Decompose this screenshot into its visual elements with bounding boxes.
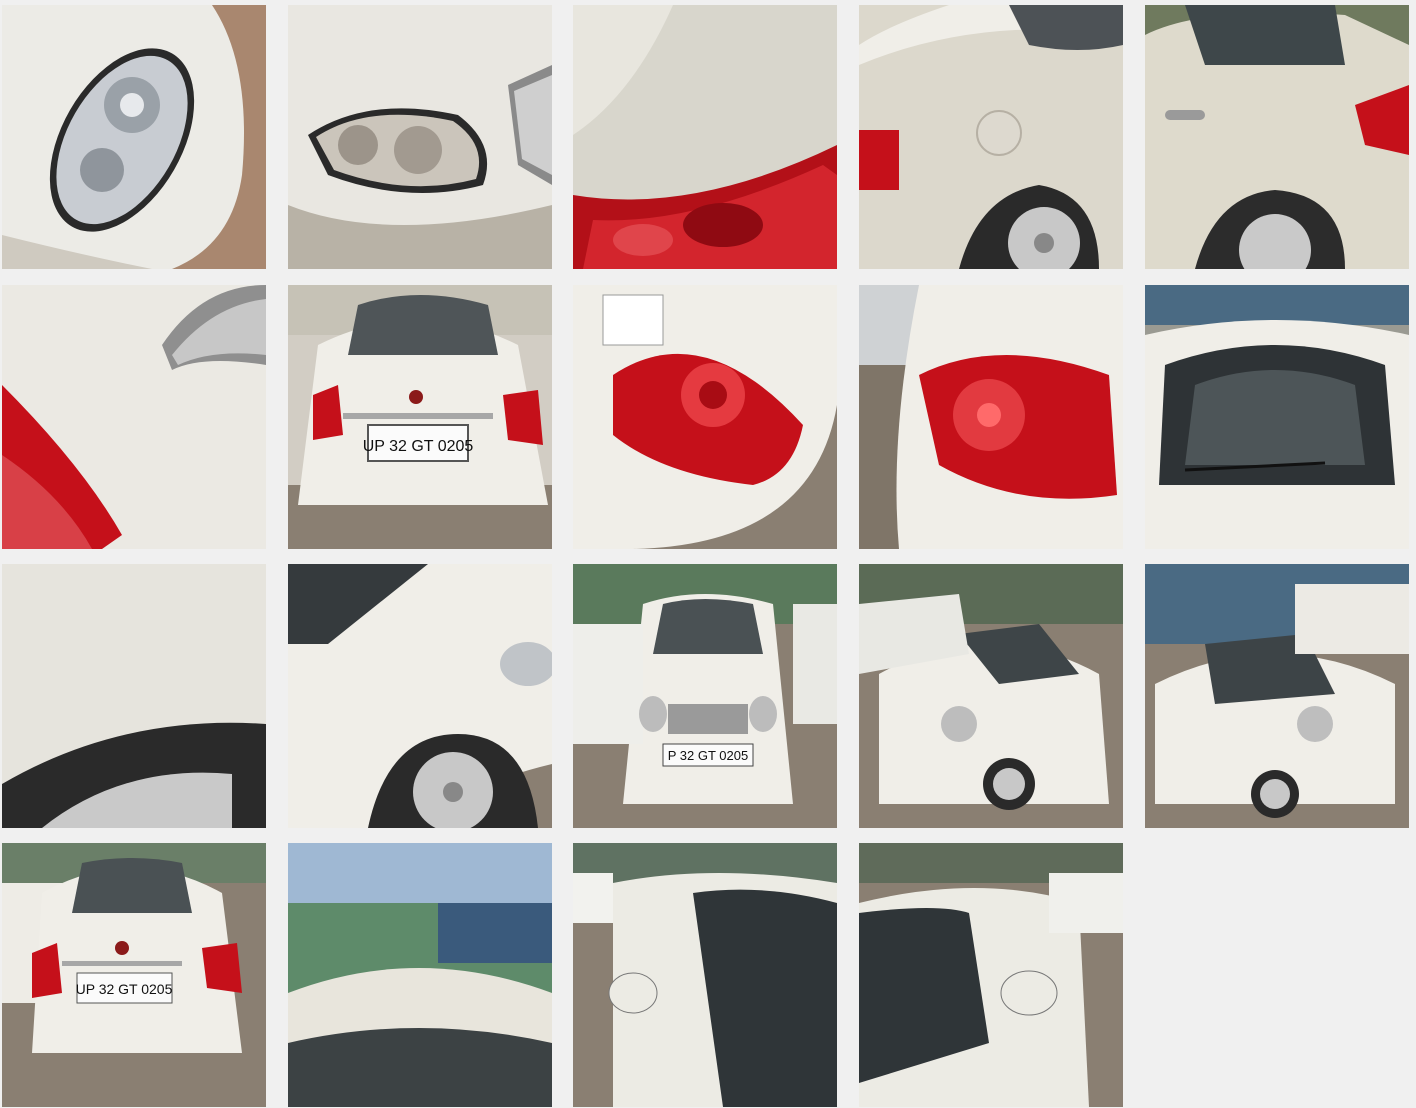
photo-thumbnail[interactable] (2, 5, 266, 269)
photo-thumbnail[interactable] (2, 564, 266, 828)
side-mirror-passenger-image (859, 843, 1123, 1107)
photo-thumbnail[interactable] (859, 564, 1123, 828)
photo-thumbnail[interactable] (573, 285, 837, 549)
front-three-quarter-left-image (859, 564, 1123, 828)
rear-view-wide-image: UP 32 GT 0205 (2, 843, 266, 1107)
side-mirror-driver-image (573, 843, 837, 1107)
photo-thumbnail[interactable]: UP 32 GT 0205 (2, 843, 266, 1107)
tail-light-right-image (859, 285, 1123, 549)
windshield-front-image (1145, 285, 1409, 549)
photo-thumbnail[interactable] (1145, 5, 1409, 269)
photo-thumbnail[interactable] (288, 843, 552, 1107)
front-wheel-side-image (288, 564, 552, 828)
front-view-image: P 32 GT 0205 (573, 564, 837, 828)
tail-light-closeup-image (573, 5, 837, 269)
front-three-quarter-right-image (1145, 564, 1409, 828)
roof-and-windshield-image (288, 843, 552, 1107)
rear-wheel-arch-image (2, 564, 266, 828)
photo-gallery: UP 32 GT 0205 P 32 GT 0205 UP 32 GT 0205 (0, 0, 1416, 1108)
photo-thumbnail[interactable] (288, 564, 552, 828)
license-plate-text: UP 32 GT 0205 (363, 438, 474, 455)
photo-thumbnail[interactable] (1145, 564, 1409, 828)
photo-thumbnail[interactable] (859, 843, 1123, 1107)
rear-view-image: UP 32 GT 0205 (288, 285, 552, 549)
rear-side-fuel-lid-image (859, 5, 1123, 269)
license-plate-text: UP 32 GT 0205 (76, 981, 173, 997)
front-headlight-image (288, 5, 552, 269)
license-plate-text: P 32 GT 0205 (668, 748, 748, 763)
tail-light-left-image (573, 285, 837, 549)
photo-thumbnail[interactable] (2, 285, 266, 549)
photo-thumbnail[interactable]: UP 32 GT 0205 (288, 285, 552, 549)
photo-thumbnail[interactable] (859, 285, 1123, 549)
front-headlight-closeup-image (2, 5, 266, 269)
photo-thumbnail[interactable] (573, 5, 837, 269)
photo-thumbnail[interactable] (573, 843, 837, 1107)
photo-thumbnail[interactable] (288, 5, 552, 269)
tail-light-edge-image (2, 285, 266, 549)
photo-thumbnail[interactable] (859, 5, 1123, 269)
photo-thumbnail[interactable] (1145, 285, 1409, 549)
rear-door-side-image (1145, 5, 1409, 269)
photo-thumbnail[interactable]: P 32 GT 0205 (573, 564, 837, 828)
